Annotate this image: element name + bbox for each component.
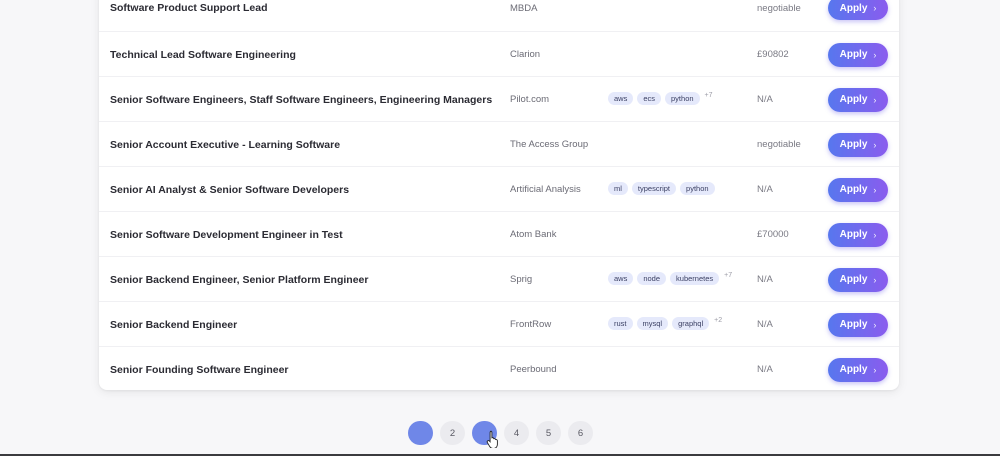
skill-tags: ml typescript python — [608, 182, 715, 196]
page-button-6[interactable]: 6 — [568, 421, 593, 445]
job-row: Senior Software Engineers, Staff Softwar… — [99, 76, 899, 122]
page-button-2[interactable]: 2 — [440, 421, 465, 445]
job-title[interactable]: Senior AI Analyst & Senior Software Deve… — [110, 184, 349, 196]
apply-label: Apply — [839, 94, 868, 105]
skill-tag: rust — [608, 317, 633, 330]
apply-button[interactable]: Apply › — [828, 0, 888, 20]
chevron-right-icon: › — [873, 229, 877, 240]
job-title[interactable]: Software Product Support Lead — [110, 2, 268, 14]
skill-tag: python — [665, 92, 700, 105]
apply-label: Apply — [839, 184, 868, 195]
job-title[interactable]: Senior Software Engineers, Staff Softwar… — [110, 94, 492, 106]
company-name: FrontRow — [510, 319, 552, 330]
skill-tag: typescript — [631, 182, 677, 195]
apply-label: Apply — [839, 49, 868, 60]
chevron-right-icon: › — [873, 184, 877, 195]
page-button-5[interactable]: 5 — [536, 421, 561, 445]
chevron-right-icon: › — [873, 94, 877, 105]
chevron-right-icon: › — [873, 274, 877, 285]
chevron-right-icon: › — [873, 319, 877, 330]
job-row: Senior Backend Engineer FrontRow rust mysql… — [99, 301, 899, 347]
company-name: Pilot.com — [510, 94, 550, 105]
salary: £70000 — [757, 229, 789, 240]
skill-tag: ecs — [637, 92, 662, 105]
salary: N/A — [757, 94, 773, 105]
job-row: Senior AI Analyst & Senior Software Deve… — [99, 166, 899, 212]
more-tags-count: +7 — [724, 272, 733, 279]
job-title[interactable]: Senior Account Executive - Learning Soft… — [110, 139, 340, 151]
chevron-right-icon: › — [873, 364, 877, 375]
salary: N/A — [757, 274, 773, 285]
salary: negotiable — [757, 139, 801, 150]
page-button-4[interactable]: 4 — [504, 421, 529, 445]
job-row: Senior Backend Engineer, Senior Platform… — [99, 256, 899, 302]
job-row: Software Product Support Lead MBDA negotia… — [99, 0, 899, 31]
job-row: Senior Founding Software Engineer Peerbou… — [99, 346, 899, 390]
company-name: The Access Group — [510, 139, 589, 150]
apply-label: Apply — [839, 2, 868, 14]
apply-label: Apply — [839, 229, 868, 240]
company-name: Atom Bank — [510, 229, 557, 240]
company-name: Sprig — [510, 274, 533, 285]
page-button-1[interactable]: 1 — [408, 421, 433, 445]
skill-tag: aws — [608, 92, 634, 105]
more-tags-count: +7 — [704, 92, 713, 99]
company-name: Clarion — [510, 49, 541, 60]
chevron-right-icon: › — [873, 3, 877, 13]
chevron-right-icon: › — [873, 139, 877, 150]
apply-button[interactable]: Apply › — [828, 177, 888, 202]
skill-tags: aws ecs python +7 — [608, 92, 713, 106]
job-title[interactable]: Technical Lead Software Engineering — [110, 49, 296, 61]
skill-tag: ml — [608, 182, 628, 195]
job-title[interactable]: Senior Software Development Engineer in … — [110, 229, 343, 241]
apply-label: Apply — [839, 139, 868, 150]
skill-tag: graphql — [672, 317, 710, 330]
salary: N/A — [757, 184, 773, 195]
skill-tag: aws — [608, 272, 634, 285]
skill-tags: aws node kubernetes +7 — [608, 272, 732, 286]
chevron-right-icon: › — [873, 49, 877, 60]
apply-button[interactable]: Apply › — [828, 267, 888, 292]
company-name: Peerbound — [510, 364, 557, 375]
apply-label: Apply — [839, 274, 868, 285]
apply-button[interactable]: Apply › — [828, 87, 888, 112]
apply-button[interactable]: Apply › — [828, 132, 888, 157]
job-title[interactable]: Senior Backend Engineer, Senior Platform… — [110, 274, 369, 286]
company-name: Artificial Analysis — [510, 184, 581, 195]
job-row: Technical Lead Software Engineering Clari… — [99, 31, 899, 77]
skill-tag: python — [680, 182, 715, 195]
skill-tag: kubernetes — [670, 272, 720, 285]
company-name: MBDA — [510, 2, 538, 14]
hand-pointer-icon — [486, 430, 498, 448]
more-tags-count: +2 — [714, 317, 723, 324]
apply-button[interactable]: Apply › — [828, 42, 888, 67]
skill-tag: node — [637, 272, 667, 285]
job-row: Senior Account Executive - Learning Soft… — [99, 121, 899, 167]
apply-button[interactable]: Apply › — [828, 222, 888, 247]
salary: £90802 — [757, 49, 789, 60]
salary: negotiable — [757, 2, 801, 14]
skill-tag: mysql — [636, 317, 669, 330]
job-title[interactable]: Senior Founding Software Engineer — [110, 364, 289, 376]
apply-button[interactable]: Apply › — [828, 312, 888, 337]
job-title[interactable]: Senior Backend Engineer — [110, 319, 237, 331]
job-row: Senior Software Development Engineer in … — [99, 211, 899, 257]
skill-tags: rust mysql graphql +2 — [608, 317, 722, 331]
apply-label: Apply — [839, 364, 868, 375]
salary: N/A — [757, 319, 773, 330]
job-list-card: Software Product Support Lead MBDA negotia… — [99, 0, 899, 390]
salary: N/A — [757, 364, 773, 375]
pagination: 123456 — [408, 421, 593, 445]
apply-button[interactable]: Apply › — [828, 357, 888, 382]
apply-label: Apply — [839, 319, 868, 330]
